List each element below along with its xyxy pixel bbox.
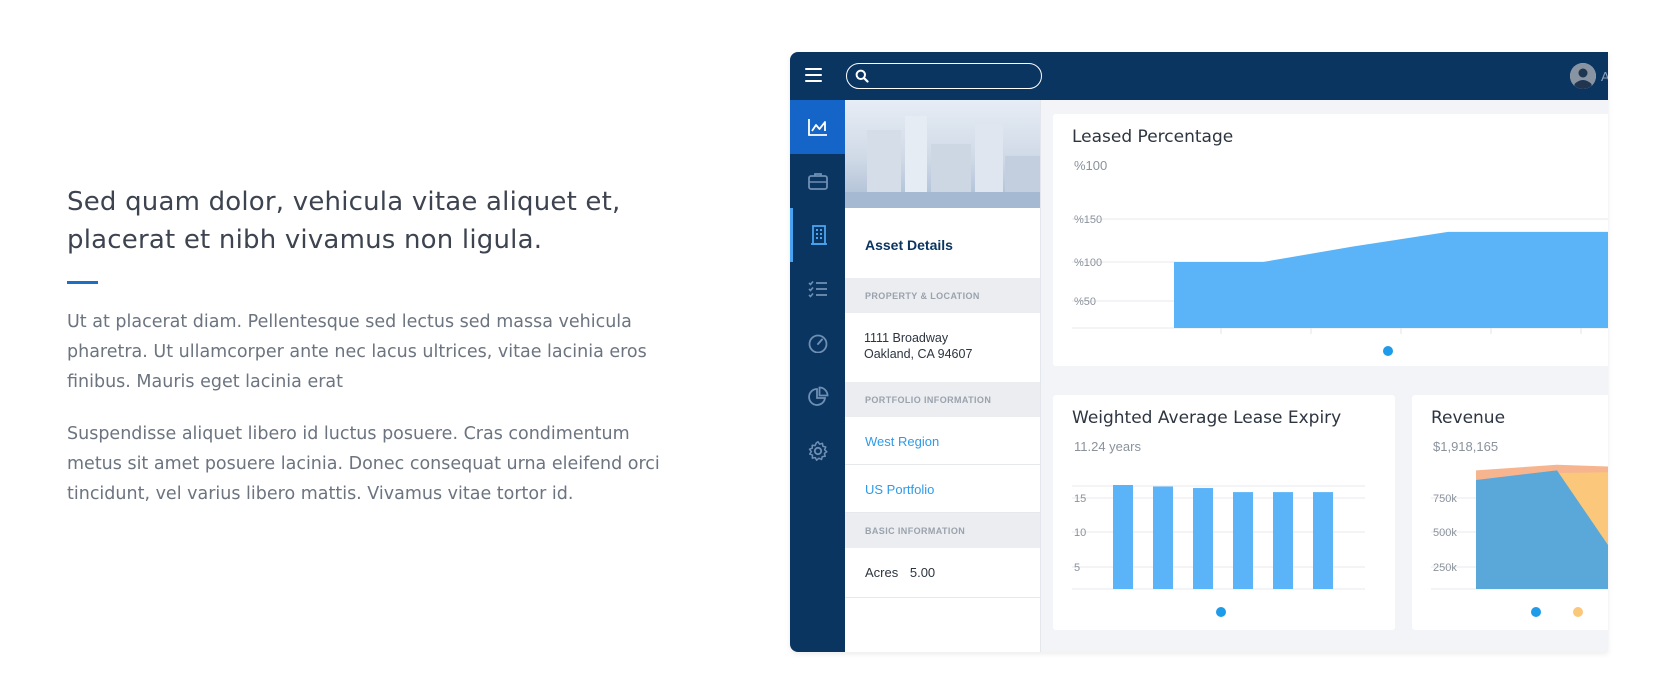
bar — [1273, 492, 1293, 589]
copy-paragraph-2: Suspendisse aliquet libero id luctus pos… — [67, 424, 660, 504]
y-tick-label: 15 — [1074, 493, 1086, 505]
y-tick-label: %150 — [1074, 214, 1102, 226]
sidebar-item-assets[interactable] — [790, 208, 845, 262]
section-property-location: PROPERTY & LOCATION — [845, 278, 1040, 313]
property-photo — [845, 100, 1040, 208]
leased-percentage-chart: %150 %100 %50 — [1072, 214, 1608, 356]
sidebar-item-analytics[interactable] — [790, 100, 845, 154]
area-chart-icon — [807, 119, 827, 136]
sidebar — [790, 100, 845, 652]
search-input[interactable] — [846, 63, 1042, 89]
search-icon — [855, 69, 869, 83]
portfolio-link[interactable]: US Portfolio — [845, 465, 1040, 513]
revenue-chart: 750k 500k 250k — [1431, 464, 1608, 617]
pie-chart-icon — [807, 386, 828, 406]
y-tick-label: 250k — [1433, 562, 1457, 574]
acres-value: 5.00 — [909, 565, 936, 580]
region-link[interactable]: West Region — [845, 417, 1040, 465]
bar — [1153, 486, 1173, 589]
address-line-1: 1111 Broadway — [864, 331, 949, 345]
section-basic-information: BASIC INFORMATION — [845, 513, 1040, 548]
bar — [1313, 492, 1333, 589]
legend-dot — [1216, 607, 1226, 617]
legend-dot — [1383, 346, 1393, 356]
sidebar-item-performance[interactable] — [790, 316, 845, 370]
top-bar: A — [790, 52, 1608, 100]
sidebar-item-settings[interactable] — [790, 424, 845, 478]
legend-dot — [1531, 607, 1541, 617]
section-portfolio-information: PORTFOLIO INFORMATION — [845, 382, 1040, 417]
y-tick-label: %50 — [1074, 296, 1096, 308]
building-icon — [811, 225, 827, 245]
revenue-card: Revenue $1,918,165 750k 500k 250k — [1412, 395, 1608, 630]
y-tick-label: 5 — [1074, 562, 1080, 574]
accent-divider — [67, 281, 98, 284]
copy-heading: Sed quam dolor, vehicula vitae aliquet e… — [67, 187, 621, 255]
sidebar-item-tasks[interactable] — [790, 262, 845, 316]
y-tick-label: %100 — [1074, 257, 1102, 269]
gear-icon — [808, 441, 828, 461]
marketing-copy: Sed quam dolor, vehicula vitae aliquet e… — [67, 183, 667, 509]
asset-details-title: Asset Details — [865, 237, 953, 253]
bar — [1233, 492, 1253, 589]
acres-row: Acres 5.00 — [845, 548, 1040, 598]
app-window: A Asset Details PROPERTY & LOCATION 1111… — [790, 52, 1608, 652]
asset-details-panel: Asset Details PROPERTY & LOCATION 1111 B… — [845, 100, 1041, 652]
y-tick-label: 500k — [1433, 527, 1457, 539]
user-icon — [1570, 63, 1596, 89]
y-tick-label: 10 — [1074, 527, 1086, 539]
copy-paragraph-1: Ut at placerat diam. Pellentesque sed le… — [67, 312, 647, 392]
hamburger-menu-icon[interactable] — [805, 68, 822, 82]
gauge-icon — [808, 334, 827, 353]
sidebar-item-portfolio[interactable] — [790, 154, 845, 208]
user-name: A — [1601, 69, 1608, 84]
checklist-icon — [807, 280, 827, 298]
leased-percentage-card: Leased Percentage %100 %150 %100 %50 — [1053, 114, 1608, 366]
y-tick-label: 750k — [1433, 493, 1457, 505]
bar — [1193, 488, 1213, 589]
briefcase-icon — [807, 173, 828, 190]
user-avatar[interactable] — [1570, 63, 1596, 89]
bar — [1113, 484, 1133, 589]
address-line-2: Oakland, CA 94607 — [864, 347, 973, 361]
acres-label: Acres — [865, 565, 899, 580]
wale-chart: 15 10 5 — [1072, 484, 1365, 617]
property-address: 1111 Broadway Oakland, CA 94607 — [845, 313, 1040, 382]
leased-percentage-area — [1174, 231, 1608, 328]
legend-dot — [1573, 607, 1583, 617]
wale-card: Weighted Average Lease Expiry 11.24 year… — [1053, 395, 1395, 630]
sidebar-item-reports[interactable] — [790, 370, 845, 424]
